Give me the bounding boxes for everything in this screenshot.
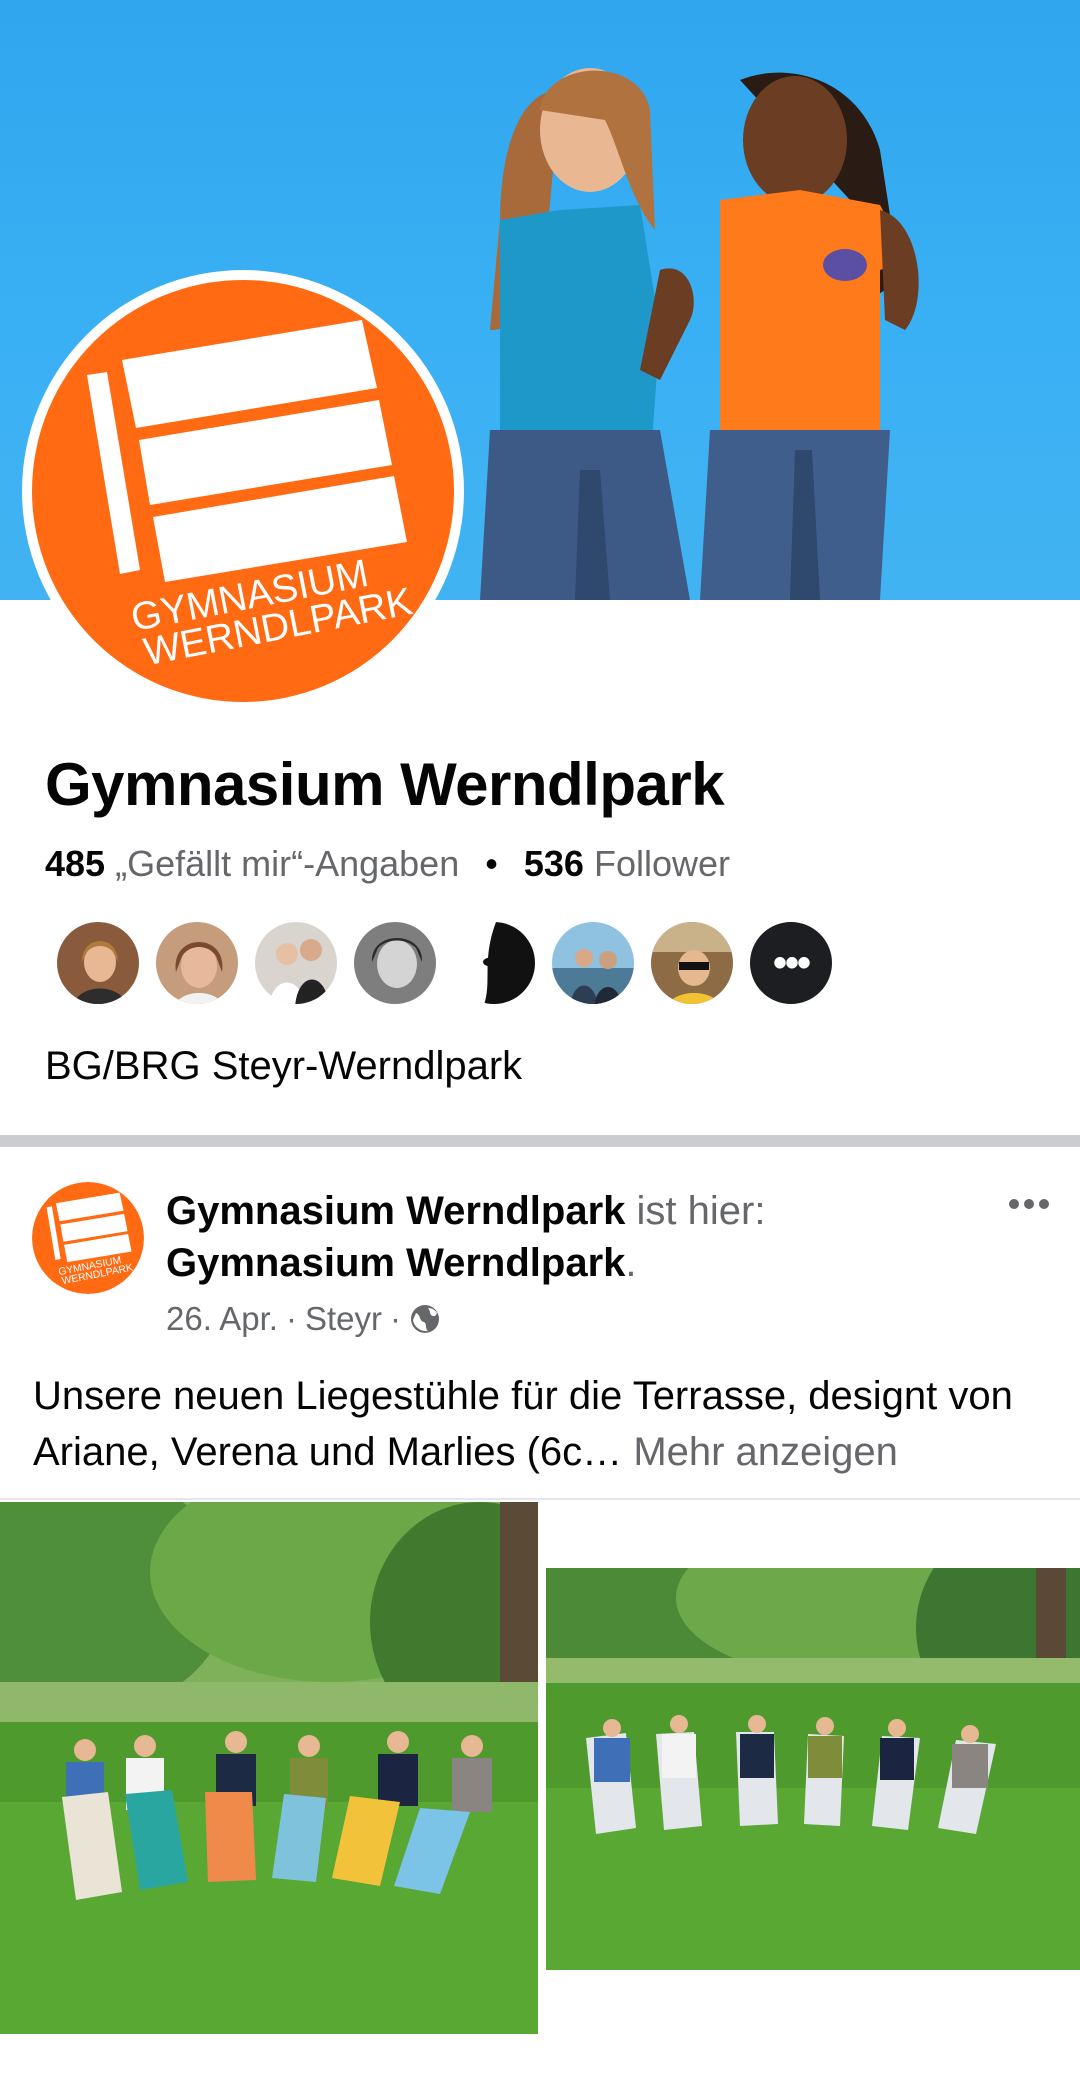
more-friends-button[interactable]: ••• (748, 920, 834, 1006)
post-meta: 26. Apr. · Steyr · (166, 1300, 441, 1338)
post-author-name[interactable]: Gymnasium Werndlpark (166, 1189, 625, 1233)
friend-avatar-2[interactable] (154, 920, 240, 1006)
menu-dot (1009, 1199, 1019, 1209)
stats-separator: • (485, 843, 498, 884)
friend-avatar-6[interactable] (550, 920, 636, 1006)
post-body: Unsere neuen Liegestühle für die Terrass… (33, 1368, 1053, 1480)
menu-dot (1039, 1199, 1049, 1209)
friend-avatar-4[interactable] (352, 920, 438, 1006)
page-category: BG/BRG Steyr-Werndlpark (45, 1044, 523, 1088)
post-separator (0, 1498, 1080, 1500)
post-header: Gymnasium Werndlpark ist hier: Gymnasium… (166, 1185, 996, 1289)
photo-deck-chairs-seated (546, 1568, 1080, 1970)
post-photo-1[interactable] (0, 1502, 538, 2034)
page-stats: 485 „Gefällt mir“-Angaben • 536 Follower (45, 843, 730, 885)
followers-label[interactable]: Follower (594, 843, 730, 884)
school-logo-small: GYMNASIUM WERNDLPARK (32, 1182, 144, 1294)
post-date[interactable]: 26. Apr. (166, 1300, 278, 1338)
likes-label[interactable]: „Gefällt mir“-Angaben (115, 843, 459, 884)
meta-separator-2: · (389, 1300, 401, 1337)
section-divider (0, 1135, 1080, 1147)
friend-avatar-3[interactable] (253, 920, 339, 1006)
checkin-text: ist hier: (636, 1189, 766, 1233)
friends-who-like[interactable]: ••• (55, 920, 834, 1006)
photo-deck-chairs-front (0, 1502, 538, 2034)
friend-avatar-5[interactable] (451, 920, 537, 1006)
followers-count: 536 (523, 843, 584, 884)
post-location-period: . (625, 1241, 637, 1285)
profile-picture[interactable]: GYMNASIUM WERNDLPARK (22, 270, 464, 712)
globe-icon (409, 1303, 441, 1335)
menu-dot (1024, 1199, 1034, 1209)
friend-avatar-1[interactable] (55, 920, 141, 1006)
likes-count: 485 (45, 843, 106, 884)
post-author-avatar[interactable]: GYMNASIUM WERNDLPARK (32, 1182, 144, 1294)
post-place[interactable]: Steyr (305, 1300, 382, 1338)
see-more-link[interactable]: Mehr anzeigen (633, 1430, 898, 1474)
school-logo: GYMNASIUM WERNDLPARK (32, 280, 454, 702)
post-photo-2[interactable] (546, 1568, 1080, 1970)
page-title: Gymnasium Werndlpark (45, 751, 725, 818)
meta-separator-1: · (285, 1300, 297, 1337)
post-location-name[interactable]: Gymnasium Werndlpark (166, 1241, 625, 1285)
post-options-icon[interactable] (1004, 1186, 1054, 1222)
friend-avatar-7[interactable] (649, 920, 735, 1006)
